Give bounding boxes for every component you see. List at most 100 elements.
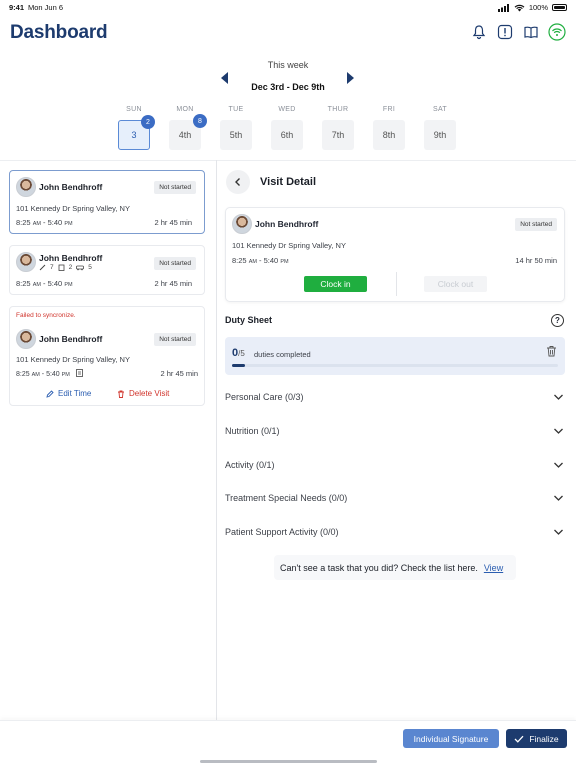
status-badge: Not started (154, 333, 196, 346)
day-tue[interactable]: TUE 5th (220, 106, 252, 150)
visit-time-range: 8:25 AM - 5:40 PM (16, 279, 73, 288)
back-button[interactable] (226, 170, 250, 194)
section-personal-care[interactable]: Personal Care (0/3) (225, 392, 565, 406)
day-date-box[interactable]: 9th (424, 120, 456, 150)
week-range: Dec 3rd - Dec 9th (251, 82, 325, 92)
individual-signature-button[interactable]: Individual Signature (403, 729, 499, 748)
day-name: THUR (327, 106, 349, 113)
visit-duration: 2 hr 45 min (160, 369, 198, 378)
day-date-box[interactable]: 4th 8 (169, 114, 207, 150)
day-date: 3 (131, 130, 137, 140)
missing-task-hint: Can't see a task that you did? Check the… (274, 555, 516, 580)
detail-address: 101 Kennedy Dr Spring Valley, NY (232, 241, 346, 250)
visit-client-name: John Bendhroff (39, 334, 103, 344)
document-icon (75, 369, 83, 377)
header-actions (470, 23, 566, 41)
view-link[interactable]: View (484, 563, 503, 573)
clock-in-button[interactable]: Clock in (304, 276, 367, 292)
status-date: Mon Jun 6 (28, 3, 64, 12)
connection-status-icon[interactable] (548, 23, 566, 41)
clock-out-button[interactable]: Clock out (424, 276, 487, 292)
week-label: This week (267, 60, 309, 70)
duties-completed-count: 0/5 (232, 347, 245, 359)
pencil-icon (46, 389, 54, 398)
edit-time-label: Edit Time (58, 389, 92, 398)
alert-icon[interactable] (496, 23, 514, 41)
clipboard-icon (58, 264, 65, 271)
section-nutrition[interactable]: Nutrition (0/1) (225, 426, 565, 440)
chevron-down-icon (554, 529, 563, 535)
detail-title: Visit Detail (260, 176, 317, 188)
detail-duration: 14 hr 50 min (515, 256, 557, 265)
status-badge: Not started (154, 257, 196, 270)
day-mon[interactable]: MON 4th 8 (169, 106, 207, 150)
finalize-button[interactable]: Finalize (506, 729, 567, 748)
section-treatment-special-needs[interactable]: Treatment Special Needs (0/0) (225, 493, 565, 507)
day-date-box[interactable]: 6th (271, 120, 303, 150)
day-date-box[interactable]: 8th (373, 120, 405, 150)
day-thur[interactable]: THUR 7th (322, 106, 354, 150)
visit-card[interactable]: Failed to syncronize. John Bendhroff Not… (9, 306, 205, 406)
day-wed[interactable]: WED 6th (271, 106, 303, 150)
day-date-box[interactable]: 32 (118, 115, 155, 150)
finalize-label: Finalize (529, 733, 559, 744)
help-icon[interactable]: ? (551, 314, 564, 327)
day-name: WED (278, 106, 296, 113)
detail-client-name: John Bendhroff (255, 219, 319, 229)
trash-icon[interactable] (546, 345, 557, 357)
duties-progress: 0/5 duties completed (225, 337, 565, 375)
visit-card[interactable]: John Bendhroff Not started 101 Kennedy D… (9, 170, 205, 234)
day-name: SAT (433, 106, 447, 113)
section-label: Patient Support Activity (0/0) (225, 527, 339, 537)
progress-track (232, 364, 558, 367)
clipboard-count: 2 (68, 264, 73, 271)
chevron-down-icon (554, 462, 563, 468)
edit-time-button[interactable]: Edit Time (46, 389, 91, 398)
day-date-box[interactable]: 7th (322, 120, 354, 150)
checkmark-icon (514, 735, 524, 743)
chevron-left-icon (235, 178, 240, 186)
day-fri[interactable]: FRI 8th (373, 106, 405, 150)
day-date-box[interactable]: 5th (220, 120, 252, 150)
visit-client-name: John Bendhroff (39, 182, 103, 192)
avatar (16, 329, 36, 349)
section-label: Treatment Special Needs (0/0) (225, 493, 348, 503)
day-selector: SUN 32 MON 4th 8 TUE 5th WED 6th THUR 7th… (118, 106, 456, 150)
section-label: Nutrition (0/1) (225, 426, 280, 436)
home-indicator (200, 760, 377, 763)
status-badge: Not started (154, 181, 196, 194)
day-date: 6th (280, 130, 294, 140)
day-date: 4th (178, 130, 192, 140)
day-date: 5th (229, 130, 243, 140)
visit-address: 101 Kennedy Dr Spring Valley, NY (16, 355, 130, 364)
bell-icon[interactable] (470, 23, 488, 41)
chevron-down-icon (554, 495, 563, 501)
visit-detail-card: John Bendhroff Not started 101 Kennedy D… (225, 207, 565, 302)
avatar (232, 214, 252, 234)
day-date: 7th (331, 130, 345, 140)
wifi-icon (514, 4, 525, 11)
task-icons: 7 2 5 (39, 264, 92, 271)
progress-fill (232, 364, 246, 367)
book-icon[interactable] (522, 23, 540, 41)
chevron-down-icon (554, 428, 563, 434)
section-patient-support-activity[interactable]: Patient Support Activity (0/0) (225, 527, 565, 541)
battery-icon (552, 4, 567, 11)
delete-visit-label: Delete Visit (129, 389, 170, 398)
header-divider (0, 160, 576, 161)
car-icon (76, 265, 85, 271)
signal-icon (497, 3, 509, 12)
next-week-icon[interactable] (347, 72, 354, 84)
section-label: Activity (0/1) (225, 460, 275, 470)
duties-completed-label: duties completed (254, 350, 311, 359)
visit-count-badge: 2 (141, 115, 155, 129)
day-sun[interactable]: SUN 32 (118, 106, 155, 150)
trash-icon (118, 390, 124, 398)
day-name: FRI (382, 106, 396, 113)
delete-visit-button[interactable]: Delete Visit (117, 389, 169, 398)
detail-time-range: 8:25 AM - 5:40 PM (232, 256, 289, 265)
visit-time-range: 8:25 AM - 5:40 PM (16, 218, 73, 227)
visit-card[interactable]: John Bendhroff 7 2 5 Not started 8:25 AM… (9, 245, 205, 295)
day-sat[interactable]: SAT 9th (424, 106, 456, 150)
section-activity[interactable]: Activity (0/1) (225, 460, 565, 474)
